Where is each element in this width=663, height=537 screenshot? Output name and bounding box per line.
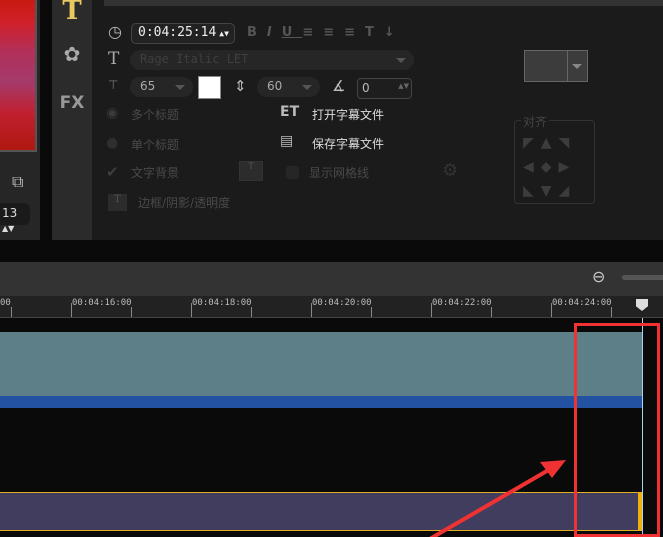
annotation-arrow — [429, 460, 566, 537]
